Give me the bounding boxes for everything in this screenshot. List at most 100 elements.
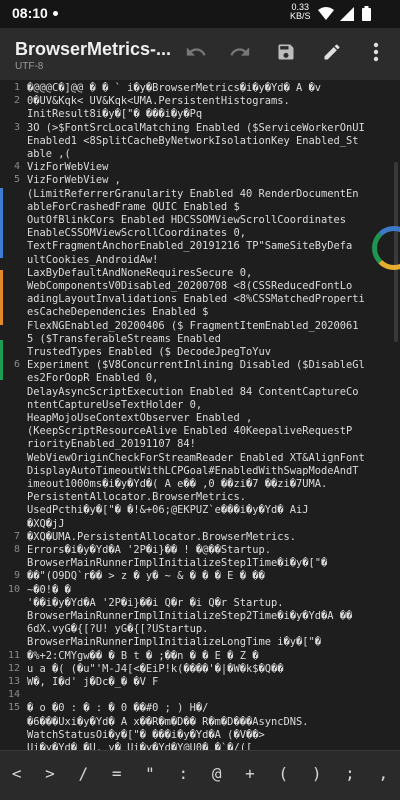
code-line[interactable]: ableForCrashedFrame QUIC Enabled $ bbox=[27, 201, 391, 214]
clock: 08:10 bbox=[12, 5, 48, 21]
code-line[interactable]: HeapMojoUseContextObserver Enabled , bbox=[27, 412, 391, 425]
left-edge-blue-strip bbox=[0, 188, 3, 258]
line-number: 10 bbox=[7, 583, 20, 595]
line-number: 3 bbox=[13, 121, 20, 133]
code-line[interactable]: u a �( (�u"'M-J4[<�EiP!k(����'�|�W�k$�Q�… bbox=[27, 663, 391, 676]
line-number: 12 bbox=[7, 662, 20, 674]
code-line[interactable] bbox=[27, 689, 391, 702]
edit-button[interactable] bbox=[318, 40, 346, 68]
line-number: 4 bbox=[13, 161, 20, 173]
code-line[interactable]: TrustedTypes Enabled ($ DecodeJpegToYuv bbox=[27, 346, 391, 359]
code-line[interactable]: �%+2:CMYgw�� � B t � ;��n � � E � Z � bbox=[27, 650, 391, 663]
code-line[interactable]: EnableCSSOMViewScrollCoordinates 0, bbox=[27, 227, 391, 240]
notification-dot bbox=[53, 11, 58, 16]
code-line[interactable]: � o �0 : � : � 0 ��#0 ; ) H�/ bbox=[27, 702, 391, 715]
symbol-key[interactable]: ) bbox=[306, 764, 328, 783]
more-options-button[interactable] bbox=[362, 40, 390, 68]
line-number: 14 bbox=[7, 689, 20, 701]
file-title: BrowserMetrics-... bbox=[15, 39, 172, 59]
line-number: 8 bbox=[13, 544, 20, 555]
code-line[interactable]: (LimitReferrerGranularity Enabled 40 Ren… bbox=[27, 188, 391, 201]
line-number: 1 bbox=[13, 82, 20, 93]
code-line[interactable]: ~�0!� � bbox=[27, 584, 391, 597]
code-line[interactable]: LaxByDefaultAndNoneRequiresSecure 0, bbox=[27, 267, 391, 280]
code-line[interactable]: WatchStatusOi�y�["� ���i�y�Yd�A (�V��> bbox=[27, 729, 391, 742]
code-line[interactable]: 0�UV&Kqk< UV&Kqk<UMA.PersistentHistogram… bbox=[27, 95, 391, 108]
code-line[interactable]: ntentCaptureUseTextHolder 0, bbox=[27, 399, 391, 412]
code-line[interactable]: 6dX.vyG�{[?U! yG�{[?UStartup. bbox=[27, 623, 391, 636]
code-line[interactable]: riorityEnabled_20191107 84! bbox=[27, 438, 391, 451]
code-line[interactable]: InitResult8i�y�["� ���i�y�Pq bbox=[27, 108, 391, 121]
code-line[interactable]: WebViewOriginCheckForStreamReader Enable… bbox=[27, 452, 391, 465]
code-line[interactable]: PersistentAllocator.BrowserMetrics. bbox=[27, 491, 391, 504]
line-number-gutter: 1 2 3 4 5 6 7 8 9 10 11 12 13 14 15 bbox=[0, 80, 24, 750]
code-line[interactable]: '��i�y�Yd�A '2P�i}��i Q�r �i Q�r Startup… bbox=[27, 597, 391, 610]
file-encoding: UTF-8 bbox=[15, 61, 44, 72]
line-number: 9 bbox=[13, 570, 20, 582]
symbol-key[interactable]: @ bbox=[206, 764, 228, 783]
code-line[interactable]: VizForWebView , bbox=[27, 174, 391, 187]
code-line[interactable]: DelayAsyncScriptExecution Enabled 84 Con… bbox=[27, 386, 391, 399]
code-line[interactable]: Ui�y�Yd� �U. y� Ui�y�Yd�Y@U0� �`�/([ bbox=[27, 742, 391, 750]
code-line[interactable]: DisplayAutoTimeoutWithLCPGoal#EnabledWit… bbox=[27, 465, 391, 478]
code-line[interactable]: BrowserMainRunnerImplInitializeStep1Time… bbox=[27, 557, 391, 570]
code-line[interactable]: es2ForOopR Enabled 0, bbox=[27, 372, 391, 385]
left-edge-orange-strip bbox=[0, 270, 3, 325]
code-line[interactable]: OutOfBlinkCors Enabled HDCSSOMViewScroll… bbox=[27, 214, 391, 227]
code-line[interactable]: WebComponentsV0Disabled_20200708 <8(CSSR… bbox=[27, 280, 391, 293]
code-line[interactable]: TextFragmentAnchorEnabled_20191216 TP"Sa… bbox=[27, 240, 391, 253]
code-line[interactable]: BrowserMainRunnerImplInitializeStep2Time… bbox=[27, 610, 391, 623]
text-editor[interactable]: 1 2 3 4 5 6 7 8 9 10 11 12 13 14 15 �@@@C�]@@ � � ` i�… bbox=[0, 80, 400, 750]
symbol-key[interactable]: + bbox=[239, 764, 261, 783]
line-number: 6 bbox=[13, 359, 20, 371]
symbol-key[interactable]: < bbox=[6, 764, 28, 783]
symbol-key[interactable]: " bbox=[139, 764, 161, 783]
line-number: 11 bbox=[7, 649, 20, 661]
code-line[interactable]: esCacheDependencies Enabled $ bbox=[27, 306, 391, 319]
save-icon bbox=[276, 42, 296, 66]
code-line[interactable]: imeout1000ms�i�y�Yd�( A e�� ,0 ��zi�7 ��… bbox=[27, 478, 391, 491]
symbol-key[interactable]: = bbox=[106, 764, 128, 783]
status-bar: 08:10 0.33 KB/S bbox=[0, 0, 400, 28]
symbol-input-bar: < > / = ": @ + ();, bbox=[0, 750, 400, 800]
network-speed: 0.33 KB/S bbox=[290, 3, 311, 21]
code-line[interactable]: 5 ($TransferableStreams Enabled bbox=[27, 333, 391, 346]
redo-button[interactable] bbox=[226, 40, 254, 68]
undo-icon bbox=[185, 41, 207, 67]
code-line[interactable]: 3O (>$FontSrcLocalMatching Enabled ($Ser… bbox=[27, 122, 391, 135]
line-number: 5 bbox=[13, 174, 20, 186]
code-line[interactable]: Experiment ($V8ConcurrentInlining Disabl… bbox=[27, 359, 391, 372]
wifi-icon bbox=[318, 6, 334, 25]
code-line[interactable]: FlexNGEnabled_20200406 ($ FragmentItemEn… bbox=[27, 320, 391, 333]
code-line[interactable]: ultCookies_AndroidAw! bbox=[27, 254, 391, 267]
symbol-key[interactable]: , bbox=[372, 764, 394, 783]
undo-button[interactable] bbox=[182, 40, 210, 68]
symbol-key[interactable]: > bbox=[39, 764, 61, 783]
app-bar: BrowserMetrics-... UTF-8 bbox=[0, 28, 400, 80]
line-number: 13 bbox=[7, 676, 20, 687]
line-number: 7 bbox=[13, 530, 20, 542]
code-line[interactable]: ��"(O9DQ`r�� > z � y� ~ & � � � E � �� bbox=[27, 570, 391, 583]
code-line[interactable]: �@@@C�]@@ � � ` i�y�BrowserMetrics�i�y�Y… bbox=[27, 82, 391, 95]
code-line[interactable]: UsedPcthi�y�["� �!&+06;@EKPUZ`e���i�y�Yd… bbox=[27, 504, 391, 517]
symbol-key[interactable]: : bbox=[172, 764, 194, 783]
code-line[interactable]: BrowserMainRunnerImplInitializeLongTime … bbox=[27, 636, 391, 649]
edit-icon bbox=[322, 42, 342, 66]
code-line[interactable]: W�, I�d' j�Dc�_� �V F bbox=[27, 676, 391, 689]
code-line[interactable]: �XQ�UMA.PersistentAllocator.BrowserMetri… bbox=[27, 531, 391, 544]
code-line[interactable]: able ,( bbox=[27, 148, 391, 161]
symbol-key[interactable]: / bbox=[72, 764, 94, 783]
save-button[interactable] bbox=[272, 40, 300, 68]
redo-icon bbox=[229, 41, 251, 67]
code-line[interactable]: adingLayoutInvalidations Enabled <8%CSSM… bbox=[27, 293, 391, 306]
symbol-key[interactable]: ( bbox=[272, 764, 294, 783]
code-line[interactable]: Errors�i�y�Yd�A '2P�i}�� ! �@��Startup. bbox=[27, 544, 391, 557]
line-number: 2 bbox=[13, 95, 20, 107]
code-line[interactable]: �XQ�jJ bbox=[27, 518, 391, 531]
line-number: 15 bbox=[7, 702, 20, 714]
code-line[interactable]: VizForWebView bbox=[27, 161, 391, 174]
code-line[interactable]: (KeepScriptResourceAlive Enabled 40Keepa… bbox=[27, 425, 391, 438]
code-line[interactable]: Enabled1 <8SplitCacheByNetworkIsolationK… bbox=[27, 135, 391, 148]
symbol-key[interactable]: ; bbox=[339, 764, 361, 783]
code-line[interactable]: �6���Uxi�y�Yd� A x��R�m�D�� R�m�D���Asyn… bbox=[27, 716, 391, 729]
